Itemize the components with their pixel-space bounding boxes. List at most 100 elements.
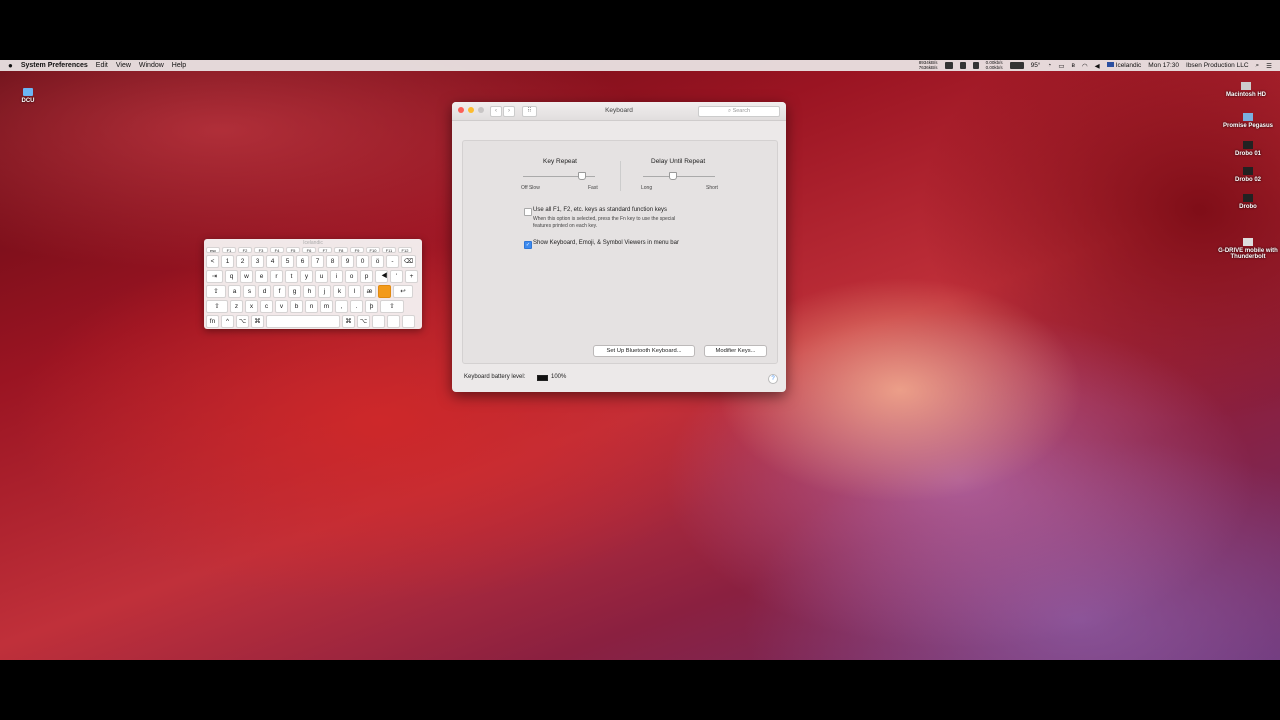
key[interactable]: k	[333, 285, 346, 298]
key[interactable]: t	[285, 270, 298, 283]
key[interactable]: ^	[221, 315, 234, 328]
desktop-icon-macintosh-hd[interactable]: Macintosh HD	[1211, 82, 1280, 98]
key[interactable]	[378, 285, 391, 298]
key[interactable]: l	[348, 285, 361, 298]
key[interactable]: o	[345, 270, 358, 283]
help-button[interactable]: ?	[768, 374, 778, 384]
key[interactable]: ⇧	[206, 300, 228, 313]
key[interactable]: d	[258, 285, 271, 298]
key[interactable]: m	[320, 300, 333, 313]
key[interactable]	[372, 315, 385, 328]
key[interactable]: ö	[371, 255, 384, 268]
menu-view[interactable]: View	[116, 62, 131, 69]
key[interactable]: b	[290, 300, 303, 313]
show-viewers-checkbox[interactable]: ✓	[524, 241, 532, 249]
key[interactable]: ⇥	[206, 270, 223, 283]
key[interactable]: ⌥	[236, 315, 249, 328]
key[interactable]: F1	[222, 247, 236, 253]
key[interactable]: u	[315, 270, 328, 283]
key[interactable]: F7	[318, 247, 332, 253]
key[interactable]: 3	[251, 255, 264, 268]
key[interactable]: æ	[363, 285, 376, 298]
key[interactable]: c	[260, 300, 273, 313]
input-source-menu[interactable]: Icelandic	[1106, 62, 1141, 69]
key[interactable]: w	[240, 270, 253, 283]
key[interactable]: fn	[206, 315, 219, 328]
memory-icon[interactable]	[1009, 62, 1024, 69]
key[interactable]: 5	[281, 255, 294, 268]
key[interactable]: ⇪	[206, 285, 226, 298]
key[interactable]: n	[305, 300, 318, 313]
key[interactable]: esc	[206, 247, 220, 253]
key[interactable]: 6	[296, 255, 309, 268]
key[interactable]: F11	[382, 247, 396, 253]
key[interactable]: ⌫	[401, 255, 416, 268]
key[interactable]: F9	[350, 247, 364, 253]
key[interactable]: þ	[365, 300, 378, 313]
desktop-icon-promise-pegasus[interactable]: Promise Pegasus	[1213, 113, 1280, 129]
key[interactable]	[266, 315, 340, 328]
apple-icon[interactable]: ●	[8, 61, 13, 70]
key[interactable]: 0	[356, 255, 369, 268]
key[interactable]: F5	[286, 247, 300, 253]
desktop-icon-drobo-01[interactable]: Drobo 01	[1213, 141, 1280, 157]
menu-edit[interactable]: Edit	[96, 62, 108, 69]
key[interactable]: h	[303, 285, 316, 298]
fn-keys-label[interactable]: Use all F1, F2, etc. keys as standard fu…	[533, 207, 667, 213]
screen-icon[interactable]	[972, 62, 979, 69]
menu-window[interactable]: Window	[139, 62, 164, 69]
key[interactable]: '	[390, 270, 403, 283]
key[interactable]: .	[350, 300, 363, 313]
desktop-icon-drobo[interactable]: Drobo	[1213, 194, 1280, 210]
key[interactable]: ⌘	[251, 315, 264, 328]
key[interactable]: F6	[302, 247, 316, 253]
bluetooth-keyboard-button[interactable]: Set Up Bluetooth Keyboard...	[593, 345, 695, 357]
key[interactable]: 7	[311, 255, 324, 268]
key[interactable]: F10	[366, 247, 380, 253]
title-bar[interactable]: ‹ › ⠿ Keyboard ⌕ Search	[452, 102, 786, 121]
key[interactable]: 9	[341, 255, 354, 268]
key[interactable]: F8	[334, 247, 348, 253]
delay-until-repeat-slider[interactable]	[668, 172, 677, 180]
volume-icon[interactable]: ◀	[1095, 62, 1100, 70]
desktop-icon-dcu[interactable]: DCU	[0, 88, 63, 104]
fn-keys-checkbox[interactable]	[524, 208, 532, 216]
key[interactable]: e	[255, 270, 268, 283]
key[interactable]: q	[225, 270, 238, 283]
desktop-icon-g-drive[interactable]: G-DRIVE mobile with Thunderbolt	[1210, 238, 1280, 260]
time-machine-icon[interactable]: ◔	[1047, 62, 1051, 69]
menu-app-name[interactable]: System Preferences	[21, 62, 88, 69]
key[interactable]: ⌥	[357, 315, 370, 328]
key[interactable]: s	[243, 285, 256, 298]
clock[interactable]: Mon 17:30	[1148, 62, 1179, 69]
menu-help[interactable]: Help	[172, 62, 186, 69]
user-menu[interactable]: Ibsen Production LLC	[1186, 62, 1249, 69]
key[interactable]: F4	[270, 247, 284, 253]
key[interactable]: F12	[398, 247, 412, 253]
key[interactable]: 2	[236, 255, 249, 268]
airplay-icon[interactable]: ▭	[1058, 62, 1064, 70]
key[interactable]: p	[360, 270, 373, 283]
key[interactable]: a	[228, 285, 241, 298]
network-monitor[interactable]: 8934kB/s 7636kB/s	[919, 60, 938, 70]
key[interactable]: v	[275, 300, 288, 313]
disk-monitor[interactable]: 0.00kb/s 0.00kb/s	[986, 60, 1003, 70]
key[interactable]: x	[245, 300, 258, 313]
wifi-icon[interactable]: ◠	[1082, 62, 1088, 70]
activity-icon[interactable]	[944, 62, 953, 69]
key[interactable]	[387, 315, 400, 328]
delay-track[interactable]	[643, 176, 715, 177]
spotlight-icon[interactable]: ⌕	[1256, 62, 1260, 70]
modifier-keys-button[interactable]: Modifier Keys...	[704, 345, 767, 357]
key[interactable]: f	[273, 285, 286, 298]
key[interactable]: r	[270, 270, 283, 283]
cpu-icon[interactable]	[959, 62, 966, 69]
key[interactable]: i	[330, 270, 343, 283]
key[interactable]	[402, 315, 415, 328]
notification-center-icon[interactable]: ☰	[1266, 62, 1272, 70]
search-field[interactable]: ⌕ Search	[698, 106, 780, 117]
key[interactable]: ⇧	[380, 300, 404, 313]
key[interactable]: y	[300, 270, 313, 283]
key[interactable]: 1	[221, 255, 234, 268]
show-viewers-label[interactable]: Show Keyboard, Emoji, & Symbol Viewers i…	[533, 240, 679, 246]
